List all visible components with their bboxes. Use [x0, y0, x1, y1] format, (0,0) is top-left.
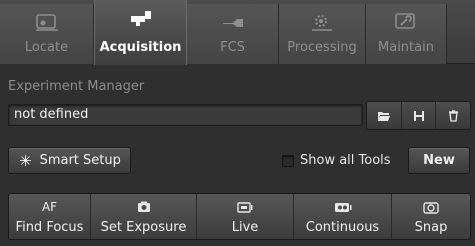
tab-label: FCS — [220, 40, 245, 55]
experiment-select-field[interactable]: not defined — [8, 104, 363, 126]
save-experiment-button[interactable] — [402, 102, 437, 129]
tab-fcs[interactable]: FCS — [187, 4, 279, 64]
show-all-tools-checkbox[interactable] — [282, 154, 294, 167]
autofocus-icon: AF — [42, 200, 57, 214]
snap-button[interactable]: Snap — [392, 194, 470, 239]
smart-setup-label: Smart Setup — [39, 153, 121, 168]
snap-icon — [423, 200, 439, 214]
tab-label: Processing — [287, 40, 357, 55]
experiment-toolbar — [366, 101, 471, 130]
tab-label: Locate — [24, 40, 69, 55]
tab-acquisition[interactable]: Acquisition — [94, 0, 187, 65]
tab-maintain[interactable]: Maintain — [366, 4, 447, 64]
smart-setup-button[interactable]: ✳ Smart Setup — [8, 147, 131, 174]
star-icon: ✳ — [19, 151, 32, 170]
tab-label: Maintain — [378, 40, 434, 55]
autofocus-icon-text: AF — [41, 200, 58, 214]
acquisition-action-bar: AF Find Focus Set Exposure Live Continuo… — [8, 193, 471, 240]
set-exposure-button[interactable]: Set Exposure — [91, 194, 197, 239]
find-focus-button[interactable]: AF Find Focus — [9, 194, 91, 239]
save-icon — [413, 110, 424, 121]
new-button[interactable]: New — [408, 147, 470, 174]
main-tab-strip: Locate Acquisition FCS Processing Mainta… — [0, 0, 475, 65]
maintain-icon — [395, 13, 415, 29]
find-focus-label: Find Focus — [15, 220, 84, 235]
snap-label: Snap — [414, 220, 448, 235]
folder-open-icon — [377, 111, 390, 121]
continuous-icon — [334, 200, 352, 214]
open-experiment-button[interactable] — [367, 102, 402, 129]
experiment-manager-title: Experiment Manager — [8, 79, 145, 94]
show-all-tools-toggle[interactable]: Show all Tools — [282, 153, 391, 168]
live-icon — [237, 200, 253, 214]
acquisition-icon — [130, 11, 151, 26]
tab-processing[interactable]: Processing — [279, 4, 366, 64]
continuous-label: Continuous — [305, 220, 380, 235]
delete-experiment-button[interactable] — [436, 102, 470, 129]
processing-icon — [312, 15, 332, 31]
live-button[interactable]: Live — [197, 194, 294, 239]
camera-icon — [137, 200, 151, 214]
locate-icon — [35, 14, 58, 31]
tab-locate[interactable]: Locate — [0, 4, 94, 64]
fcs-icon — [222, 19, 243, 27]
delete-icon — [448, 109, 458, 122]
continuous-button[interactable]: Continuous — [294, 194, 392, 239]
tab-label: Acquisition — [99, 40, 182, 55]
show-all-tools-label: Show all Tools — [300, 153, 391, 168]
set-exposure-label: Set Exposure — [100, 220, 187, 235]
live-label: Live — [231, 220, 259, 235]
